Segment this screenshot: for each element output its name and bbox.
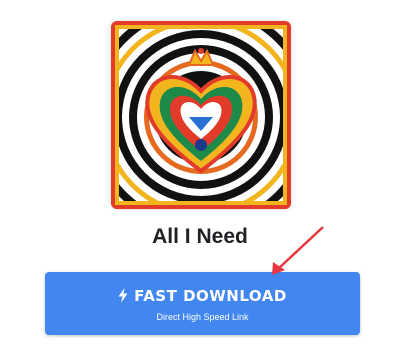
album-art [111, 21, 291, 209]
fast-download-sublabel: Direct High Speed Link [156, 312, 249, 322]
album-art-image [111, 21, 291, 209]
track-title: All I Need [152, 225, 248, 248]
lightning-bolt-icon [118, 288, 128, 303]
fast-download-label: FAST DOWNLOAD [134, 287, 287, 305]
fast-download-label-row: FAST DOWNLOAD [45, 287, 360, 305]
fast-download-button[interactable]: FAST DOWNLOAD Direct High Speed Link [45, 272, 360, 335]
